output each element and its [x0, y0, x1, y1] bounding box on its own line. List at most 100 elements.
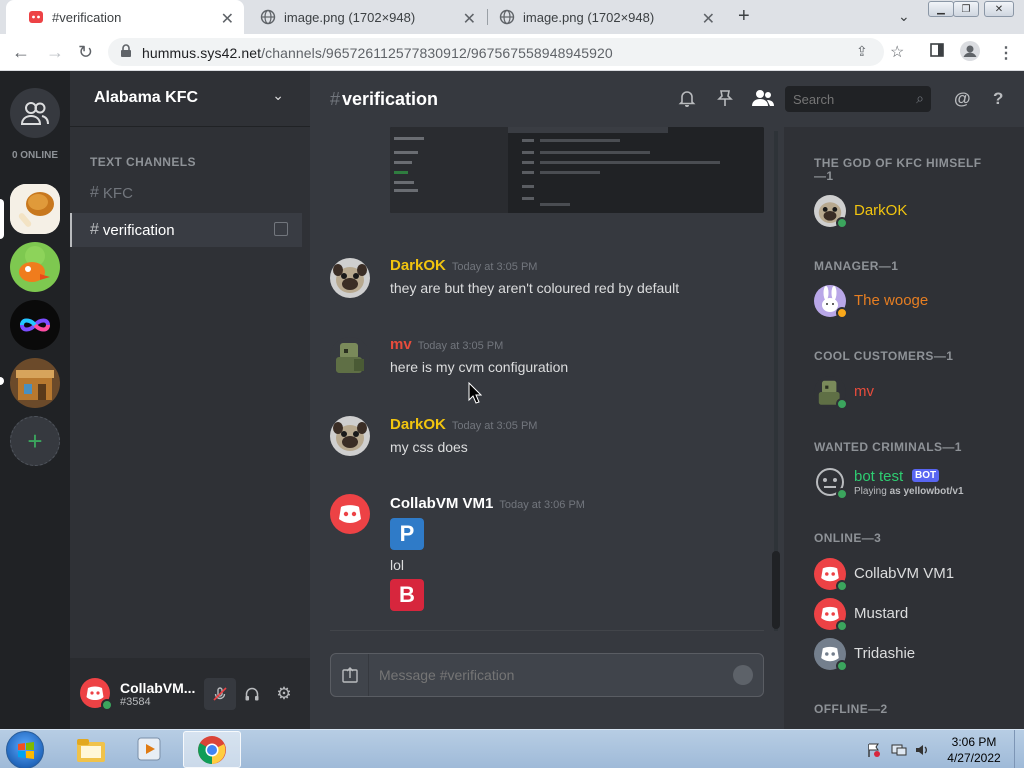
action-center-flag-icon[interactable] [866, 742, 882, 761]
message-author[interactable]: DarkOK Today at 3:05 PM [390, 257, 537, 274]
tab-close-icon[interactable]: ✕ [221, 9, 234, 29]
member-item-mv[interactable]: mv [814, 376, 1014, 412]
volume-speaker-icon[interactable] [914, 742, 930, 761]
member-item-collabvm-vm1[interactable]: CollabVM VM1 [814, 558, 1014, 594]
activity-detail: as yellowbot/v1 [889, 486, 964, 497]
message-author[interactable]: mv Today at 3:05 PM [390, 336, 503, 353]
user-tag: #3584 [120, 696, 151, 708]
attach-file-button[interactable] [331, 654, 369, 696]
upload-icon [341, 667, 358, 683]
tab-search-chevron-icon[interactable]: ⌄ [898, 8, 910, 25]
message-avatar-mv[interactable] [330, 337, 370, 377]
channel-category-label[interactable]: TEXT CHANNELS [90, 155, 196, 169]
message-input[interactable] [379, 667, 719, 683]
member-item-bot-test[interactable]: bot test BOT Playing as yellowbot/v1 [814, 466, 1014, 506]
pin-icon[interactable] [717, 89, 733, 112]
message-image-attachment[interactable] [390, 127, 764, 213]
tab-close-icon[interactable]: ✕ [463, 9, 476, 29]
member-group-title: OFFLINE—2 [814, 702, 888, 716]
member-list-icon[interactable] [752, 89, 774, 112]
tab-verification[interactable]: #verification ✕ [6, 0, 244, 34]
server-shop[interactable] [10, 358, 60, 408]
windows-taskbar: 3:06 PM 4/27/2022 [0, 729, 1024, 768]
help-question-icon[interactable]: ? [993, 89, 1003, 109]
search-input[interactable] [793, 92, 903, 107]
author-name[interactable]: DarkOK [390, 416, 446, 433]
letter-b-emoji-icon: B [390, 579, 424, 611]
member-item-darkok[interactable]: DarkOK [814, 195, 1014, 231]
fried-chicken-icon [10, 184, 60, 234]
activity-prefix: Playing [854, 486, 887, 497]
create-invite-icon[interactable] [274, 222, 288, 236]
server-kfc[interactable] [10, 184, 60, 234]
tab-title: image.png (1702×948) [523, 9, 655, 25]
member-item-mustard[interactable]: Mustard [814, 598, 1014, 634]
channel-item-verification[interactable]: # verification [70, 213, 302, 247]
url-path: /channels/965726112577830912/96756755894… [261, 45, 613, 61]
chat-area: # verification DarkOK Today at 3:05 PM t… [310, 71, 784, 729]
message-composer [330, 653, 764, 697]
taskbar-explorer[interactable] [62, 731, 120, 768]
notification-bell-icon[interactable] [678, 89, 696, 112]
friends-icon [20, 102, 49, 125]
robot-avatar-icon [330, 337, 370, 377]
tab-close-icon[interactable]: ✕ [702, 9, 715, 29]
side-panel-icon[interactable] [930, 43, 944, 62]
deafen-button[interactable] [236, 678, 268, 710]
taskbar-chrome[interactable] [183, 731, 241, 768]
reload-icon[interactable]: ↻ [78, 42, 93, 63]
forward-arrow-icon[interactable]: → [46, 42, 64, 63]
maximize-button[interactable]: ❐ [953, 1, 979, 17]
address-bar[interactable]: hummus.sys42.net/channels/96572611257783… [108, 38, 884, 66]
show-desktop-button[interactable] [1014, 730, 1024, 768]
member-group-title: MANAGER—1 [814, 259, 899, 273]
bookmark-star-icon[interactable]: ☆ [890, 42, 904, 62]
taskbar-media-player[interactable] [122, 731, 180, 768]
chrome-menu-icon[interactable]: ⋮ [998, 43, 1014, 63]
author-name[interactable]: CollabVM VM1 [390, 495, 493, 512]
start-button[interactable] [6, 731, 44, 768]
back-arrow-icon[interactable]: ← [12, 42, 30, 63]
message-avatar-collabvm[interactable] [330, 494, 370, 534]
server-list: 0 ONLINE + [0, 71, 70, 729]
plus-icon: + [27, 426, 43, 456]
channel-sidebar: Alabama KFC ⌄ TEXT CHANNELS # KFC # veri… [70, 71, 310, 729]
message-avatar-darkok[interactable] [330, 258, 370, 298]
hash-icon: # [90, 184, 99, 201]
browser-toolbar: ← → ↻ hummus.sys42.net/channels/96572611… [0, 34, 1024, 71]
member-item-tridashie[interactable]: Tridashie [814, 638, 1014, 674]
share-icon[interactable]: ⇪ [856, 43, 868, 60]
new-tab-plus-icon[interactable]: + [738, 5, 750, 28]
tab-image-1[interactable]: image.png (1702×948) ✕ [238, 0, 486, 34]
user-settings-button[interactable]: ⚙ [268, 678, 300, 710]
profile-avatar-icon[interactable] [960, 41, 980, 66]
add-server-button[interactable]: + [10, 416, 60, 466]
chat-scrollbar-thumb[interactable] [772, 551, 780, 629]
message-author[interactable]: CollabVM VM1 Today at 3:06 PM [390, 495, 585, 512]
server-infinity[interactable] [10, 300, 60, 350]
mentions-at-icon[interactable]: @ [954, 89, 971, 109]
message-timestamp: Today at 3:05 PM [451, 261, 538, 273]
message-author[interactable]: DarkOK Today at 3:05 PM [390, 416, 537, 433]
emoji-picker-icon[interactable] [733, 665, 753, 685]
network-icon[interactable] [891, 742, 907, 761]
author-name[interactable]: mv [390, 336, 412, 353]
tab-image-2[interactable]: image.png (1702×948) ✕ [477, 0, 725, 34]
chat-header: # verification [310, 71, 784, 127]
search-field[interactable]: ⌕ [785, 86, 931, 112]
message-text: my css does [390, 439, 468, 455]
member-item-the-wooge[interactable]: The wooge [814, 285, 1014, 321]
hash-icon: # [330, 89, 341, 109]
minimize-button[interactable]: ▁ [928, 1, 954, 17]
server-header-button[interactable]: Alabama KFC ⌄ [70, 71, 310, 127]
system-clock[interactable]: 3:06 PM 4/27/2022 [938, 734, 1010, 766]
server-orange-bird[interactable] [10, 242, 60, 292]
channel-item-kfc[interactable]: # KFC [70, 176, 302, 210]
shop-building-icon [10, 358, 60, 408]
mute-microphone-button[interactable] [204, 678, 236, 710]
author-name[interactable]: DarkOK [390, 257, 446, 274]
direct-messages-home-button[interactable] [10, 88, 60, 138]
message-avatar-darkok[interactable] [330, 416, 370, 456]
close-window-button[interactable]: ✕ [984, 1, 1014, 17]
lock-icon [120, 44, 132, 63]
